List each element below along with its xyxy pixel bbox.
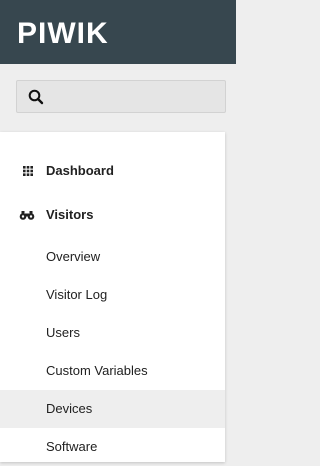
menu-item-software[interactable]: Software xyxy=(0,428,225,466)
menu-item-label: Overview xyxy=(46,249,101,264)
menu-item-label: Software xyxy=(46,439,98,454)
menu-category-visitors[interactable]: Visitors xyxy=(0,196,225,234)
search-box[interactable] xyxy=(16,80,226,113)
menu-category-dashboard[interactable]: Dashboard xyxy=(0,152,225,190)
menu-item-users[interactable]: Users xyxy=(0,314,225,352)
search-icon xyxy=(28,89,44,105)
menu-category-label: Dashboard xyxy=(46,163,114,178)
menu-item-devices[interactable]: Devices xyxy=(0,390,225,428)
menu-item-label: Visitor Log xyxy=(46,287,108,302)
menu-item-visitor-log[interactable]: Visitor Log xyxy=(0,276,225,314)
menu-item-overview[interactable]: Overview xyxy=(0,238,225,276)
binoculars-icon xyxy=(19,211,35,220)
menu-item-label: Users xyxy=(46,325,80,340)
menu-item-custom-variables[interactable]: Custom Variables xyxy=(0,352,225,390)
search-input[interactable] xyxy=(51,85,219,109)
header-bar: PIWIK xyxy=(0,0,236,64)
grid-icon xyxy=(23,166,33,176)
piwik-logo[interactable]: PIWIK xyxy=(17,17,109,51)
menu-item-label: Custom Variables xyxy=(46,363,148,378)
menu-item-label: Devices xyxy=(46,401,93,416)
sidebar-menu: Dashboard Visitors Overview Visitor Log … xyxy=(0,132,225,462)
menu-category-label: Visitors xyxy=(46,207,94,222)
